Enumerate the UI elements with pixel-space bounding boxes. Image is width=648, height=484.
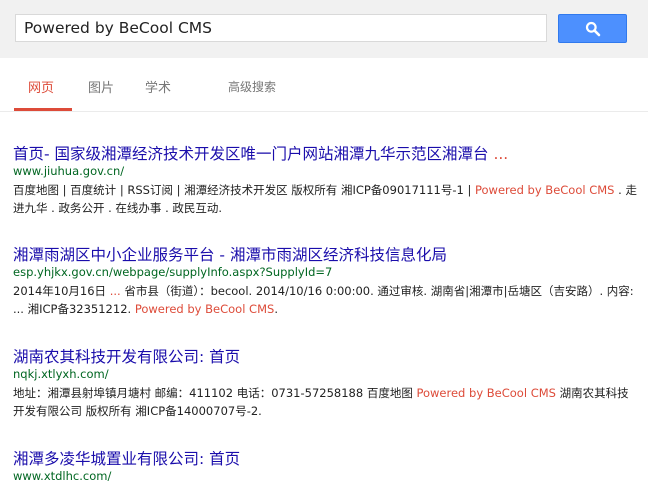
search-tabs: 网页 图片 学术 高级搜索 — [0, 58, 648, 112]
result-snippet: 地址：湘潭县射埠镇月塘村 邮编：411102 电话：0731-57258188 … — [13, 386, 629, 418]
result-url[interactable]: www.jiuhua.gov.cn/ — [13, 164, 638, 179]
tab-web[interactable]: 网页 — [28, 77, 54, 96]
result-title-link[interactable]: 首页- 国家级湘潭经济技术开发区唯一门户网站湘潭九华示范区湘潭台 ... — [13, 144, 638, 164]
result-url[interactable]: www.xtdlhc.com/ — [13, 469, 638, 484]
result-item: 首页- 国家级湘潭经济技术开发区唯一门户网站湘潭九华示范区湘潭台 ... www… — [13, 144, 638, 217]
search-icon — [585, 21, 600, 36]
tab-images[interactable]: 图片 — [88, 77, 114, 96]
search-header — [0, 0, 648, 58]
tab-advanced-search[interactable]: 高级搜索 — [228, 78, 276, 95]
result-item: 湘潭雨湖区中小企业服务平台 - 湘潭市雨湖区经济科技信息化局 esp.yhjkx… — [13, 245, 638, 318]
result-title-link[interactable]: 湖南农其科技开发有限公司: 首页 — [13, 347, 638, 367]
result-snippet: 2014年10月16日 ... 省市县（街道）：becool. 2014/10/… — [13, 284, 634, 316]
result-url[interactable]: esp.yhjkx.gov.cn/webpage/supplyInfo.aspx… — [13, 265, 638, 280]
search-button[interactable] — [558, 14, 627, 43]
result-item: 湖南农其科技开发有限公司: 首页 nqkj.xtlyxh.com/ 地址：湘潭县… — [13, 347, 638, 420]
result-title-link[interactable]: 湘潭多凌华城置业有限公司: 首页 — [13, 449, 638, 469]
tab-scholar[interactable]: 学术 — [145, 77, 171, 96]
result-title-link[interactable]: 湘潭雨湖区中小企业服务平台 - 湘潭市雨湖区经济科技信息化局 — [13, 245, 638, 265]
search-input[interactable] — [15, 14, 547, 42]
result-item: 湘潭多凌华城置业有限公司: 首页 www.xtdlhc.com/ — [13, 449, 638, 484]
result-url[interactable]: nqkj.xtlyxh.com/ — [13, 367, 638, 382]
active-tab-indicator — [14, 108, 72, 111]
result-snippet: 百度地图 | 百度统计 | RSS订阅 | 湘潭经济技术开发区 版权所有 湘IC… — [13, 183, 637, 215]
